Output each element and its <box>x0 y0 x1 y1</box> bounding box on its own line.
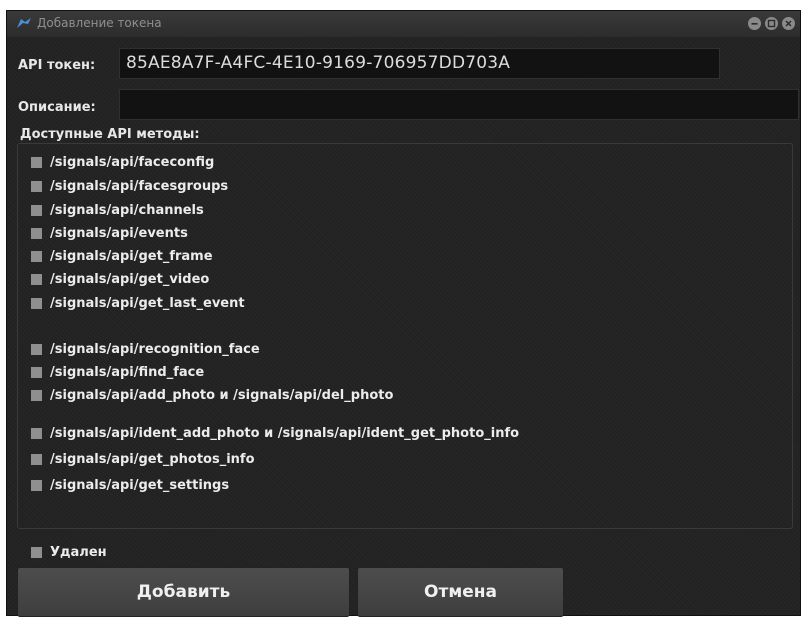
method-label: /signals/api/ident_add_photo и /signals/… <box>50 425 520 441</box>
method-item[interactable]: /signals/api/get_settings <box>31 476 229 494</box>
method-label: /signals/api/facesgroups <box>50 178 229 194</box>
method-item[interactable]: /signals/api/ident_add_photo и /signals/… <box>31 424 519 442</box>
method-item[interactable]: /signals/api/channels <box>31 201 204 219</box>
method-item[interactable]: /signals/api/get_photos_info <box>31 450 255 468</box>
token-label: API токен: <box>18 58 96 73</box>
method-checkbox[interactable] <box>31 156 42 168</box>
method-item[interactable]: /signals/api/get_last_event <box>31 294 245 312</box>
method-item[interactable]: /signals/api/get_frame <box>31 247 213 265</box>
method-checkbox[interactable] <box>31 479 42 491</box>
maximize-icon <box>767 19 776 28</box>
title-bar[interactable]: Добавление токена <box>7 11 800 37</box>
deleted-label: Удален <box>50 545 107 560</box>
method-label: /signals/api/get_settings <box>50 477 230 493</box>
method-checkbox[interactable] <box>31 273 42 285</box>
deleted-option[interactable]: Удален <box>31 545 107 560</box>
add-token-dialog: Добавление токена API токен: 85AE8A7F-A4… <box>6 10 801 617</box>
method-label: /signals/api/get_photos_info <box>50 451 255 467</box>
method-item[interactable]: /signals/api/faceconfig <box>31 153 214 171</box>
minimize-button[interactable] <box>748 17 761 30</box>
method-item[interactable]: /signals/api/facesgroups <box>31 177 228 195</box>
method-label: /signals/api/add_photo и /signals/api/de… <box>50 387 394 403</box>
minimize-icon <box>751 23 758 25</box>
close-button[interactable] <box>782 17 795 30</box>
window-title: Добавление токена <box>37 16 162 30</box>
method-checkbox[interactable] <box>31 204 42 216</box>
method-checkbox[interactable] <box>31 389 42 401</box>
method-checkbox[interactable] <box>31 366 42 378</box>
method-label: /signals/api/get_video <box>50 271 210 287</box>
method-item[interactable]: /signals/api/get_video <box>31 270 209 288</box>
deleted-checkbox[interactable] <box>31 547 42 558</box>
methods-label: Доступные API методы: <box>20 127 200 142</box>
method-label: /signals/api/find_face <box>50 364 205 380</box>
method-label: /signals/api/events <box>50 225 188 241</box>
description-field[interactable] <box>119 89 799 120</box>
close-icon <box>785 20 792 27</box>
method-label: /signals/api/channels <box>50 202 204 218</box>
token-value: 85AE8A7F-A4FC-4E10-9169-706957DD703A <box>126 53 511 73</box>
method-checkbox[interactable] <box>31 297 42 309</box>
method-item[interactable]: /signals/api/find_face <box>31 363 204 381</box>
method-label: /signals/api/faceconfig <box>50 154 215 170</box>
method-item[interactable]: /signals/api/recognition_face <box>31 340 260 358</box>
method-checkbox[interactable] <box>31 250 42 262</box>
method-label: /signals/api/get_frame <box>50 248 213 264</box>
method-label: /signals/api/recognition_face <box>50 341 260 357</box>
method-item[interactable]: /signals/api/add_photo и /signals/api/de… <box>31 386 393 404</box>
app-logo-icon <box>17 18 31 28</box>
method-label: /signals/api/get_last_event <box>50 295 245 311</box>
description-label: Описание: <box>18 100 96 115</box>
add-button[interactable]: Добавить <box>17 567 350 617</box>
method-checkbox[interactable] <box>31 453 42 465</box>
method-checkbox[interactable] <box>31 227 42 239</box>
method-item[interactable]: /signals/api/events <box>31 224 188 242</box>
token-field[interactable]: 85AE8A7F-A4FC-4E10-9169-706957DD703A <box>119 48 720 79</box>
method-checkbox[interactable] <box>31 180 42 192</box>
cancel-button[interactable]: Отмена <box>357 567 564 617</box>
method-checkbox[interactable] <box>31 343 42 355</box>
method-checkbox[interactable] <box>31 427 42 439</box>
maximize-button[interactable] <box>765 17 778 30</box>
